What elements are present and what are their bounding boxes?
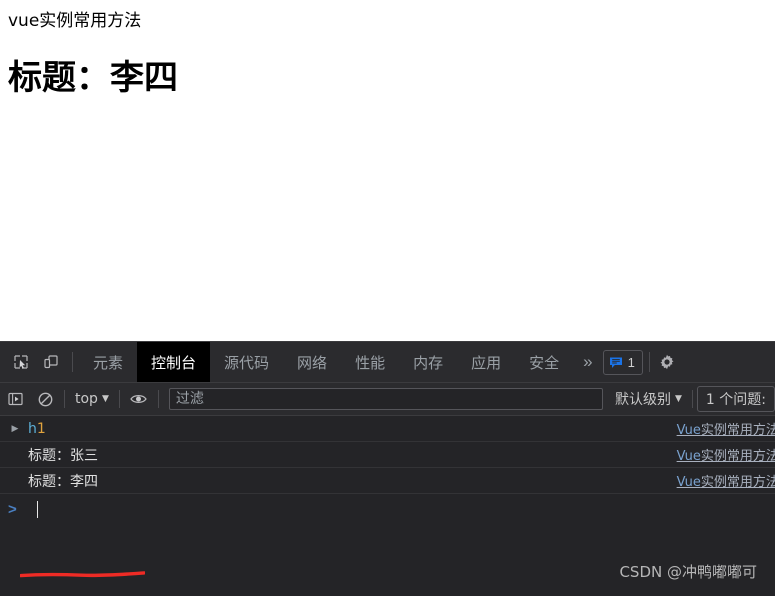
devtools-main-tabbar: 元素 控制台 源代码 网络 性能 内存 应用 安全 » 1: [0, 342, 775, 383]
console-source-link[interactable]: Vue实例常用方法.: [677, 419, 775, 438]
tab-console-label: 控制台: [151, 353, 197, 372]
csdn-watermark: CSDN @冲鸭嘟嘟可: [619, 563, 757, 581]
inspect-element-icon[interactable]: [6, 342, 36, 382]
tab-elements-label: 元素: [93, 353, 124, 372]
red-annotation-underline: [20, 571, 145, 578]
source-link-rest: 实例常用方法.: [700, 423, 775, 438]
tab-performance-label: 性能: [355, 353, 386, 372]
gear-icon[interactable]: [656, 342, 678, 382]
message-count-badge[interactable]: 1: [602, 349, 643, 375]
node-tag-name: h: [28, 420, 37, 437]
tab-console[interactable]: 控制台: [137, 342, 211, 382]
console-row-node[interactable]: ▶ h1 Vue实例常用方法.: [0, 416, 775, 442]
message-count-value: 1: [627, 354, 635, 370]
tab-application-label: 应用: [471, 353, 502, 372]
tab-network-label: 网络: [297, 353, 328, 372]
page-heading: 标题：李四: [8, 58, 178, 98]
console-message-text-2: 标题：张三: [28, 447, 98, 464]
issues-counter-button[interactable]: 1 个问题:: [696, 386, 775, 412]
console-sidebar-toggle-icon[interactable]: [0, 386, 30, 412]
execution-context-label: top: [75, 391, 98, 407]
chevron-down-icon-level: ▼: [675, 393, 682, 404]
console-toolbar-divider-3: [157, 390, 159, 408]
tab-sources[interactable]: 源代码: [210, 342, 283, 382]
tab-performance[interactable]: 性能: [341, 342, 399, 382]
tab-security[interactable]: 安全: [515, 342, 573, 382]
tab-elements[interactable]: 元素: [79, 342, 137, 382]
tab-application[interactable]: 应用: [457, 342, 515, 382]
expand-arrow-icon[interactable]: ▶: [8, 423, 22, 434]
tab-security-label: 安全: [529, 353, 560, 372]
toolbar-divider: [72, 352, 73, 372]
tab-memory[interactable]: 内存: [399, 342, 457, 382]
more-tabs-label: »: [583, 352, 593, 371]
console-toolbar-divider-4: [691, 390, 693, 408]
page-title-text: vue实例常用方法: [8, 11, 142, 31]
execution-context-selector[interactable]: top ▼: [69, 391, 115, 407]
table-row-highlighted[interactable]: 标题：李四 Vue实例常用方法.: [0, 468, 775, 494]
toolbar-divider-right: [648, 352, 650, 372]
text-caret: [37, 500, 38, 518]
log-level-label: 默认级别: [615, 392, 671, 408]
more-tabs-chevron-icon[interactable]: »: [573, 342, 602, 382]
rendered-page-area: vue实例常用方法 标题：李四: [0, 0, 775, 341]
prompt-arrow-icon: >: [8, 500, 17, 518]
console-source-link-3[interactable]: Vue实例常用方法.: [677, 471, 775, 490]
log-level-selector[interactable]: 默认级别 ▼: [609, 389, 688, 409]
message-bubble-icon: [609, 357, 622, 368]
console-prompt-row[interactable]: >: [0, 494, 775, 524]
tab-memory-label: 内存: [413, 353, 444, 372]
console-toolbar-divider-1: [64, 390, 65, 408]
live-expression-eye-icon[interactable]: [124, 386, 154, 412]
console-message-text: h1: [28, 421, 46, 437]
tab-sources-label: 源代码: [224, 353, 270, 372]
issues-counter-label: 1 个问题:: [705, 392, 766, 408]
node-tag-number: 1: [36, 420, 46, 437]
devtools-panel: 元素 控制台 源代码 网络 性能 内存 应用 安全 » 1 top ▼ 过滤 默…: [0, 341, 775, 596]
chevron-down-icon: ▼: [101, 393, 109, 404]
table-row[interactable]: 标题：张三 Vue实例常用方法.: [0, 442, 775, 468]
device-toolbar-icon[interactable]: [36, 342, 66, 382]
console-source-link-2[interactable]: Vue实例常用方法.: [677, 445, 775, 464]
tab-network[interactable]: 网络: [283, 342, 341, 382]
console-toolbar: top ▼ 默认级别 ▼ 1 个问题:: [0, 383, 775, 416]
console-message-text-3: 标题：李四: [28, 473, 98, 490]
console-toolbar-divider-2: [118, 390, 120, 408]
clear-console-icon[interactable]: [30, 386, 60, 412]
console-filter-input[interactable]: [168, 388, 603, 410]
